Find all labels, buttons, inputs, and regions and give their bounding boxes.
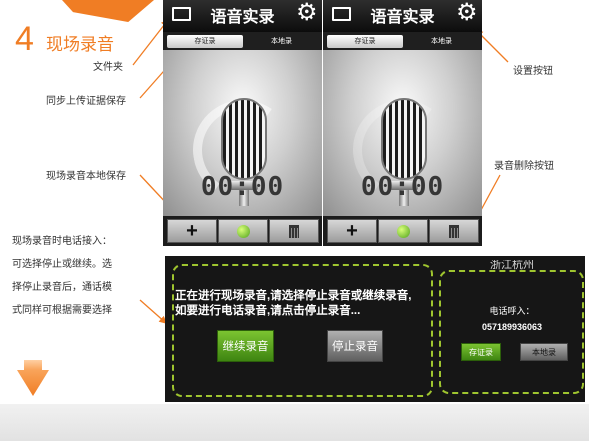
save-record-button[interactable]: 存证录 (461, 343, 501, 361)
title-bar: 语音实录 ⚙ (163, 0, 322, 32)
dialog-message-line: 正在进行现场录音,请选择停止录音或继续录音, (175, 290, 412, 302)
record-timer: 00:00 (360, 172, 445, 202)
tab-save-record[interactable]: 存证录 (167, 35, 243, 48)
record-button[interactable] (378, 219, 428, 243)
microphone-icon (221, 98, 267, 180)
gear-icon[interactable]: ⚙ (296, 1, 318, 25)
dialog-message-line: 如要进行电话录音,请点击停止录音... (175, 305, 361, 317)
delete-button[interactable] (269, 219, 319, 243)
incoming-call-label: 电话呼入： (489, 306, 535, 316)
recorder-body: 00:00 (163, 50, 322, 216)
gear-icon[interactable]: ⚙ (456, 1, 478, 25)
add-button[interactable]: + (167, 219, 217, 243)
tab-bar: 存证录 本地录 (323, 32, 482, 50)
recording-interrupt-dialog: 正在进行现场录音,请选择停止录音或继续录音, 如要进行电话录音,请点击停止录音.… (165, 256, 439, 402)
tab-local-record[interactable]: 本地录 (405, 35, 478, 48)
stop-recording-button[interactable]: 停止录音 (327, 330, 383, 362)
delete-button[interactable] (429, 219, 479, 243)
dialog-border (172, 264, 433, 397)
add-button[interactable]: + (327, 219, 377, 243)
tab-local-record[interactable]: 本地录 (245, 35, 318, 48)
phone-screen-local-tab: 语音实录 ⚙ 存证录 本地录 00:00 + (323, 0, 482, 246)
trash-icon (449, 225, 459, 238)
incoming-call-number: 057189936063 (481, 322, 543, 332)
dialog-message: 正在进行现场录音,请选择停止录音或继续录音, 如要进行电话录音,请点击停止录音.… (175, 289, 437, 319)
record-button[interactable] (218, 219, 268, 243)
microphone-icon (381, 98, 427, 180)
control-bar: + (163, 216, 322, 246)
continue-recording-button[interactable]: 继续录音 (217, 330, 274, 362)
recorder-body: 00:00 (323, 50, 482, 216)
arrow-note (139, 299, 167, 324)
tab-save-record[interactable]: 存证录 (327, 35, 403, 48)
control-bar: + (323, 216, 482, 246)
local-record-button[interactable]: 本地录 (520, 343, 568, 361)
record-icon (396, 225, 410, 238)
trash-icon (289, 225, 299, 238)
call-location: 浙江杭州 (490, 260, 534, 270)
incoming-call-panel: 浙江杭州 电话呼入： 057189936063 存证录 本地录 (439, 256, 585, 402)
tab-bar: 存证录 本地录 (163, 32, 322, 50)
title-bar: 语音实录 ⚙ (323, 0, 482, 32)
call-border (439, 270, 584, 394)
plus-icon: + (346, 220, 358, 242)
plus-icon: + (186, 220, 198, 242)
record-timer: 00:00 (200, 172, 285, 202)
record-icon (236, 225, 250, 238)
phone-screen-upload-tab: 语音实录 ⚙ 存证录 本地录 00:00 + (163, 0, 322, 246)
